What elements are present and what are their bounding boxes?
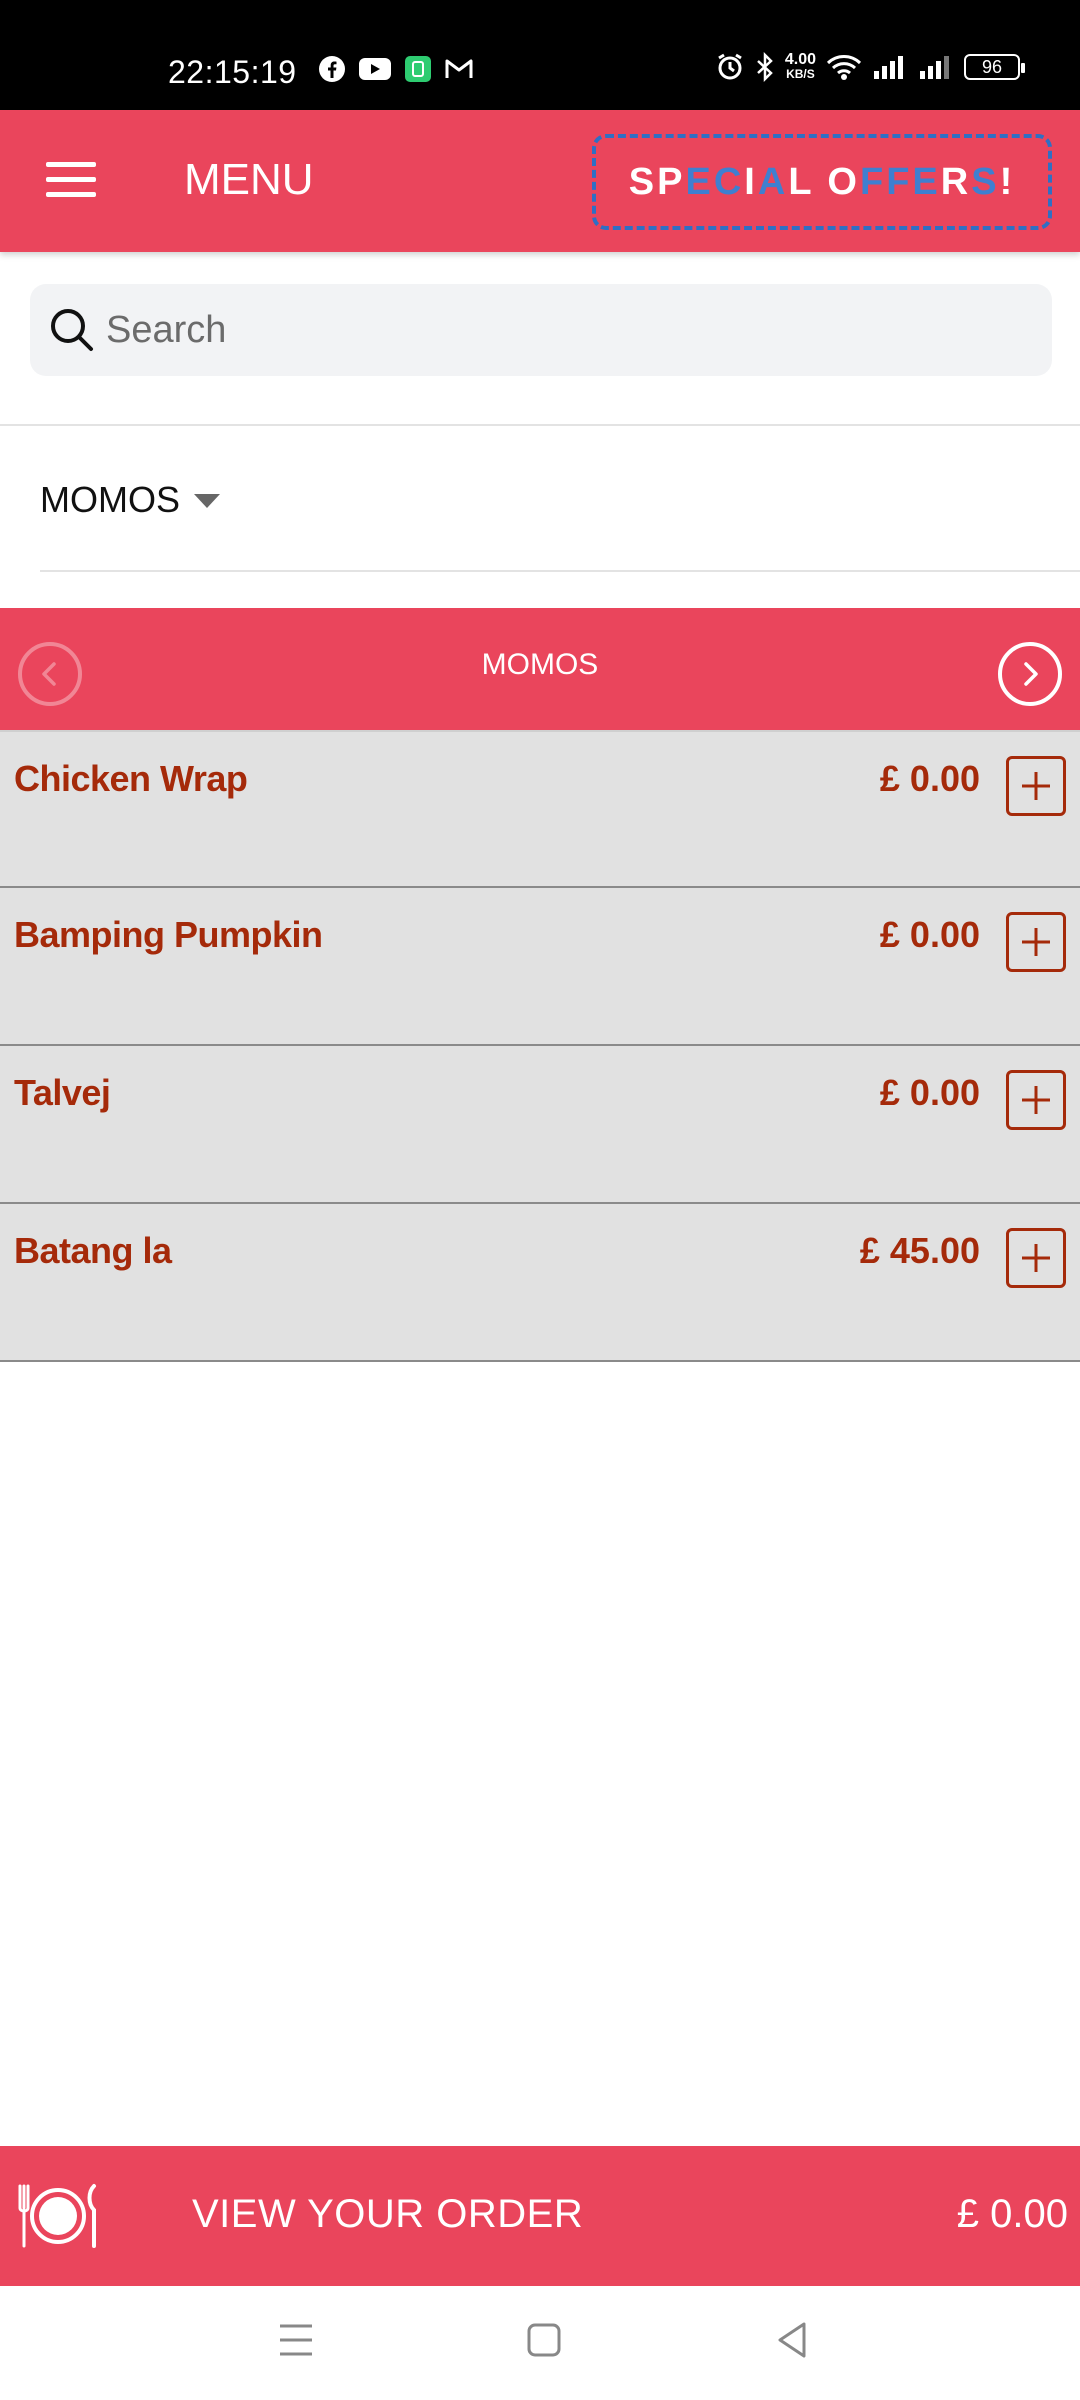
speed-value: 4.00 <box>784 51 816 68</box>
special-offers-letter: I <box>744 160 758 203</box>
item-name: Bamping Pumpkin <box>14 914 323 955</box>
alarm-icon <box>718 53 742 80</box>
category-navigator: MOMOS <box>0 608 1080 730</box>
special-offers-letter: C <box>713 160 745 203</box>
special-offers-letter: F <box>859 160 887 203</box>
menu-item: Talvej £ 0.00 <box>0 1046 1080 1204</box>
search-bar <box>30 284 1052 376</box>
search-input[interactable] <box>106 302 1006 358</box>
back-icon[interactable] <box>774 2320 810 2360</box>
item-price: £ 0.00 <box>879 914 980 955</box>
item-name: Batang la <box>14 1230 172 1271</box>
youtube-icon <box>359 58 391 80</box>
view-order-label: VIEW YOUR ORDER <box>192 2192 584 2236</box>
divider <box>0 424 1080 426</box>
special-offers-letter: F <box>886 160 913 203</box>
status-time: 22:15:19 <box>168 54 297 90</box>
home-icon[interactable] <box>526 2320 562 2360</box>
category-title: MOMOS <box>481 648 599 681</box>
menu-item-list: Chicken Wrap £ 0.00 Bamping Pumpkin £ 0.… <box>0 730 1080 1362</box>
system-status-icons: 4.00 KB/S 96 <box>715 51 1025 82</box>
next-category-button[interactable] <box>998 642 1062 706</box>
battery-level: 96 <box>981 56 1003 77</box>
item-price: £ 45.00 <box>859 1230 980 1271</box>
special-offers-letter: A <box>757 160 789 203</box>
item-name: Talvej <box>14 1072 111 1113</box>
plate-cutlery-icon <box>18 2184 96 2248</box>
wifi-icon <box>826 55 862 80</box>
special-offers-letter: L <box>788 160 814 203</box>
app-header: MENU SPECIAL OFFERS! <box>0 110 1080 252</box>
menu-item: Chicken Wrap £ 0.00 <box>0 730 1080 888</box>
special-offers-letter: E <box>912 160 941 203</box>
add-item-button[interactable] <box>1006 1228 1066 1288</box>
signal-icon <box>920 56 949 79</box>
system-navigation-bar <box>0 2286 1080 2400</box>
special-offers-letter: R <box>940 160 972 203</box>
order-total: £ 0.00 <box>956 2192 1068 2236</box>
special-offers-letter <box>814 161 828 203</box>
facebook-icon <box>319 56 345 82</box>
view-order-bar[interactable]: VIEW YOUR ORDER £ 0.00 <box>0 2146 1080 2286</box>
item-price: £ 0.00 <box>879 1072 980 1113</box>
special-offers-letter: S <box>971 160 1000 203</box>
item-name: Chicken Wrap <box>14 758 248 799</box>
item-price: £ 0.00 <box>879 758 980 799</box>
plus-icon <box>1022 928 1050 956</box>
special-offers-letter: P <box>657 160 686 203</box>
app-icon <box>405 56 431 82</box>
add-item-button[interactable] <box>1006 1070 1066 1130</box>
page-title: MENU <box>184 155 314 204</box>
special-offers-letter: S <box>628 160 658 203</box>
battery-icon: 96 <box>964 54 1025 80</box>
category-dropdown[interactable]: MOMOS <box>40 474 220 526</box>
notification-icons <box>318 55 474 83</box>
signal-icon <box>874 56 903 79</box>
add-item-button[interactable] <box>1006 756 1066 816</box>
special-offers-letter: ! <box>999 160 1016 203</box>
gmail-icon <box>445 59 473 78</box>
category-dropdown-value: MOMOS <box>40 479 180 520</box>
chevron-right-icon <box>1024 662 1038 686</box>
plus-icon <box>1022 1244 1050 1272</box>
plus-icon <box>1022 1086 1050 1114</box>
special-offers-letter: O <box>827 160 860 203</box>
add-item-button[interactable] <box>1006 912 1066 972</box>
recent-apps-icon[interactable] <box>278 2320 314 2360</box>
special-offers-letter: E <box>685 160 714 203</box>
menu-item: Batang la £ 45.00 <box>0 1204 1080 1362</box>
plus-icon <box>1022 772 1050 800</box>
bluetooth-icon <box>757 52 773 82</box>
menu-item: Bamping Pumpkin £ 0.00 <box>0 888 1080 1046</box>
special-offers-label: SPECIAL OFFERS! <box>629 161 1015 204</box>
search-icon <box>51 309 93 351</box>
special-offers-button[interactable]: SPECIAL OFFERS! <box>592 134 1052 230</box>
caret-down-icon <box>194 494 220 508</box>
divider <box>40 570 1080 572</box>
hamburger-menu-icon[interactable] <box>46 162 96 198</box>
status-bar: 22:15:19 4.00 KB/S 96 <box>0 0 1080 110</box>
network-speed: 4.00 KB/S <box>784 51 816 82</box>
speed-unit: KB/S <box>786 67 815 81</box>
